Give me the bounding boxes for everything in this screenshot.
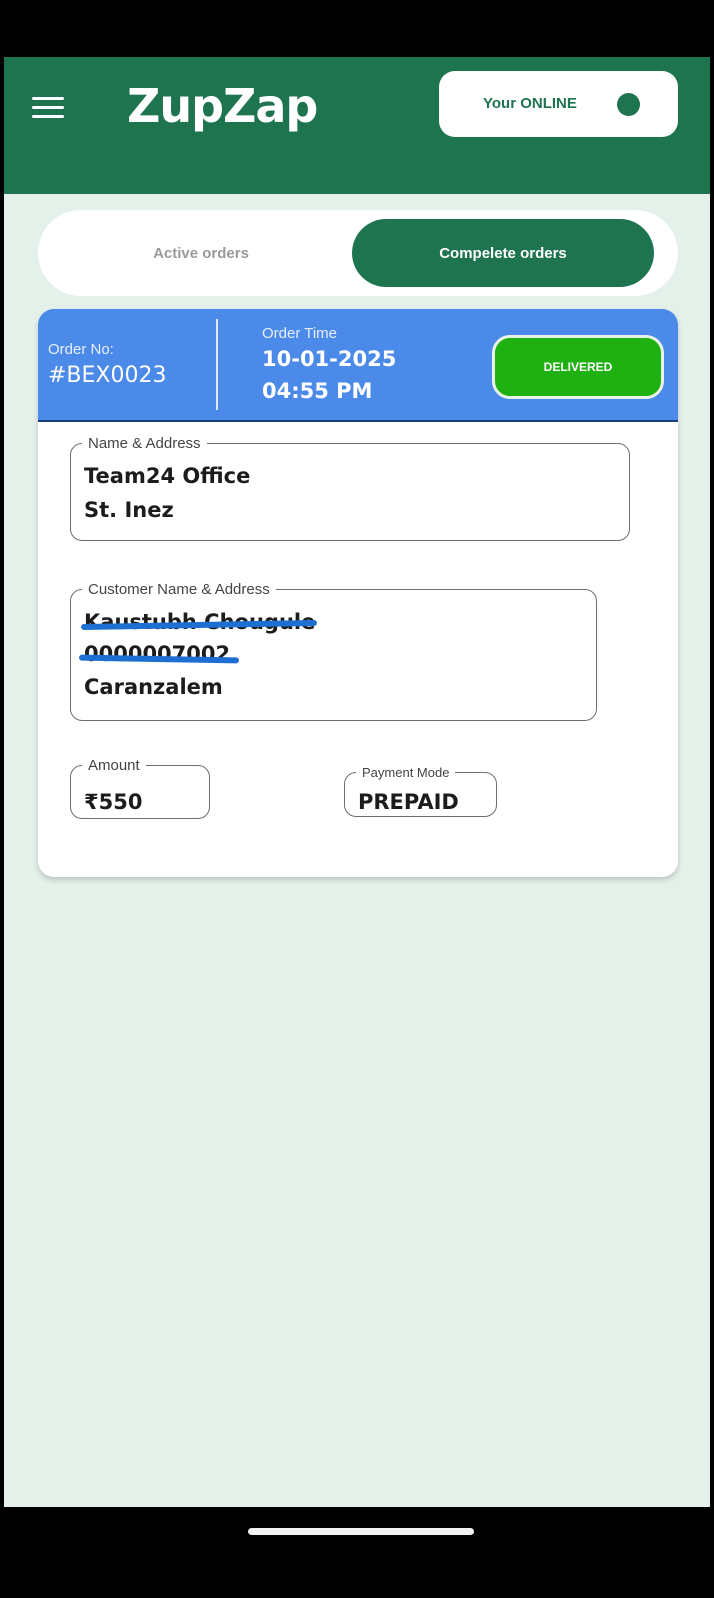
header-divider xyxy=(216,319,218,410)
hamburger-menu-icon[interactable] xyxy=(32,95,66,121)
order-time: 04:55 PM xyxy=(262,379,373,403)
customer-address-label: Customer Name & Address xyxy=(88,581,270,598)
online-status-label: Your ONLINE xyxy=(483,95,577,112)
tab-complete-orders[interactable]: Compelete orders xyxy=(352,219,654,287)
online-status-toggle[interactable]: Your ONLINE xyxy=(439,71,678,137)
amount-value: ₹550 xyxy=(84,790,143,814)
tab-active-orders[interactable]: Active orders xyxy=(46,219,356,287)
amount-label: Amount xyxy=(88,757,140,774)
name-address-line1: Team24 Office xyxy=(84,464,251,488)
home-indicator[interactable] xyxy=(248,1528,474,1535)
customer-address-field: Customer Name & Address Kaustubh Chougul… xyxy=(70,581,597,721)
order-no-label: Order No: xyxy=(48,341,114,358)
amount-field: Amount ₹550 xyxy=(70,757,210,819)
order-time-label: Order Time xyxy=(262,325,338,342)
payment-mode-value: PREPAID xyxy=(358,790,459,814)
app-bar: ZupZap Your ONLINE xyxy=(4,57,710,194)
delivered-status-badge[interactable]: DELIVERED xyxy=(492,335,664,399)
online-dot-icon xyxy=(617,93,640,116)
order-date: 10-01-2025 xyxy=(262,347,397,371)
name-address-label: Name & Address xyxy=(88,435,201,452)
payment-mode-field: Payment Mode PREPAID xyxy=(344,765,497,817)
order-card-header: Order No: #BEX0023 Order Time 10-01-2025… xyxy=(38,309,678,422)
name-address-field: Name & Address Team24 Office St. Inez xyxy=(70,435,630,541)
customer-address: Caranzalem xyxy=(84,675,223,699)
order-no-value: #BEX0023 xyxy=(48,363,167,388)
app-screen: ZupZap Your ONLINE Active orders Compele… xyxy=(4,57,710,1507)
order-tabs: Active orders Compelete orders xyxy=(38,210,678,296)
payment-mode-label: Payment Mode xyxy=(362,765,450,780)
app-title: ZupZap xyxy=(127,79,318,133)
order-card[interactable]: Order No: #BEX0023 Order Time 10-01-2025… xyxy=(38,309,678,877)
name-address-line2: St. Inez xyxy=(84,498,174,522)
